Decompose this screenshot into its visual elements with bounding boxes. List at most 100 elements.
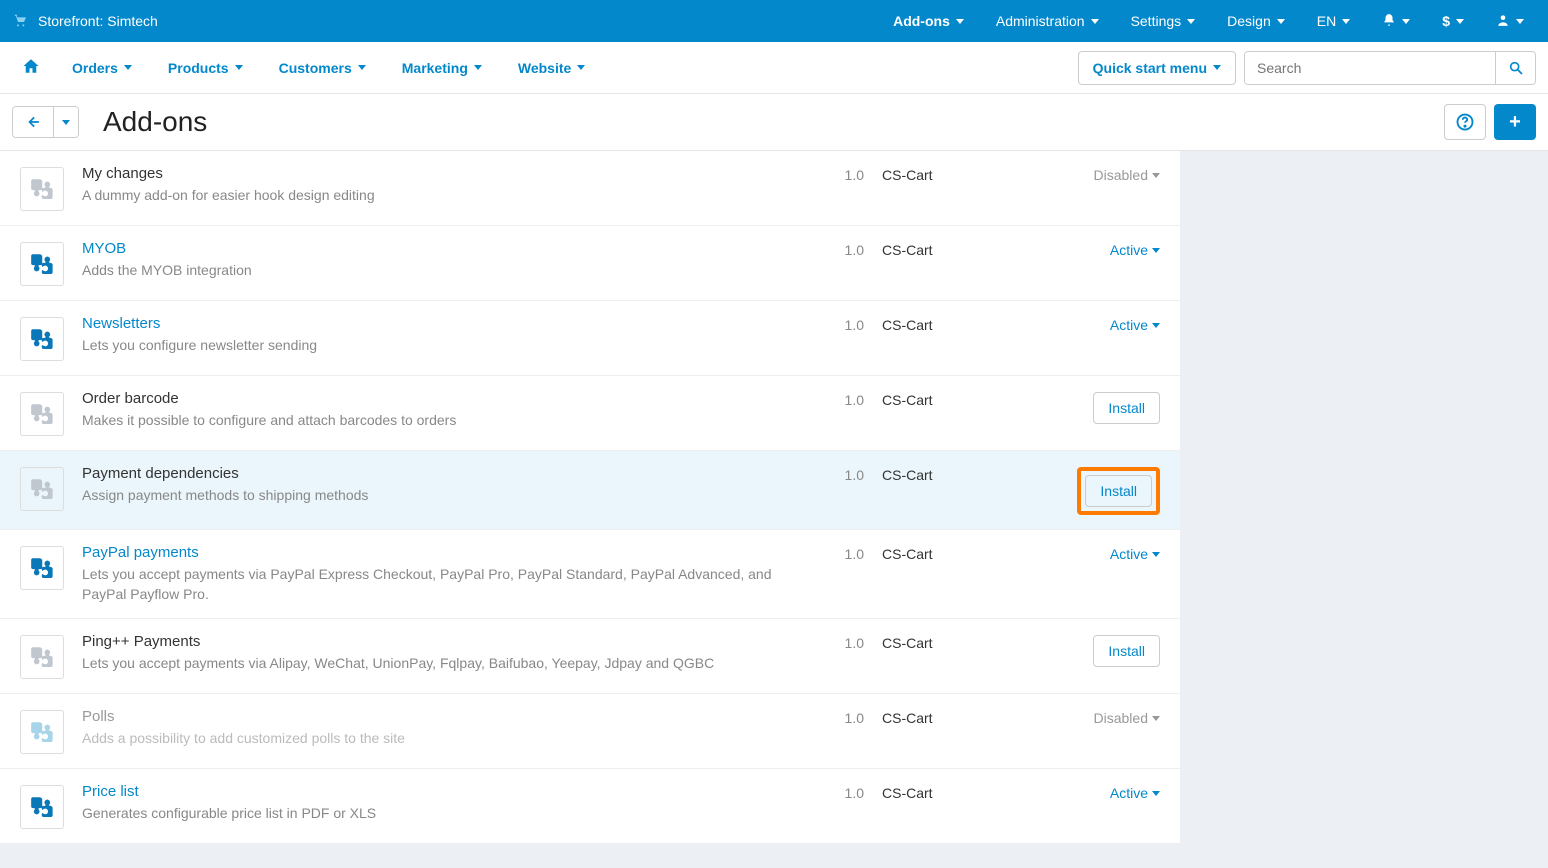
addon-description: Lets you accept payments via PayPal Expr…	[82, 565, 786, 604]
addon-developer: CS-Cart	[882, 240, 1032, 258]
addon-row: Newsletters Lets you configure newsletter…	[0, 301, 1180, 376]
addon-developer: CS-Cart	[882, 165, 1032, 183]
addon-name[interactable]: Newsletters	[82, 315, 786, 332]
addon-info: Payment dependencies Assign payment metho…	[82, 465, 786, 506]
nav-orders[interactable]: Orders	[58, 52, 146, 84]
caret-down-icon	[1456, 19, 1464, 24]
add-button[interactable]: +	[1494, 104, 1536, 140]
storefront-label[interactable]: Storefront: Simtech	[38, 13, 158, 29]
status-disabled-dropdown[interactable]: Disabled	[1094, 710, 1160, 726]
addon-description: Assign payment methods to shipping metho…	[82, 486, 786, 506]
topnav-user[interactable]	[1484, 0, 1536, 42]
addon-version: 1.0	[804, 465, 864, 483]
addon-developer: CS-Cart	[882, 708, 1032, 726]
status-active-dropdown[interactable]: Active	[1110, 242, 1160, 258]
addon-row: My changes A dummy add-on for easier hook…	[0, 151, 1180, 226]
caret-down-icon	[358, 65, 366, 70]
caret-down-icon	[956, 19, 964, 24]
topnav-notifications[interactable]	[1370, 0, 1422, 42]
addon-name[interactable]: PayPal payments	[82, 544, 786, 561]
addon-name[interactable]: Price list	[82, 783, 786, 800]
caret-down-icon	[1516, 19, 1524, 24]
status-active-dropdown[interactable]: Active	[1110, 546, 1160, 562]
bell-icon	[1382, 13, 1396, 30]
addon-name: My changes	[82, 165, 786, 182]
puzzle-icon	[20, 467, 64, 511]
puzzle-icon	[20, 710, 64, 754]
puzzle-icon	[20, 785, 64, 829]
side-column	[1180, 151, 1460, 844]
status-active-dropdown[interactable]: Active	[1110, 317, 1160, 333]
install-button-highlight: Install	[1077, 467, 1160, 515]
caret-down-icon	[577, 65, 585, 70]
addon-info: Newsletters Lets you configure newsletter…	[82, 315, 786, 356]
addon-description: Adds a possibility to add customized pol…	[82, 729, 786, 749]
back-button[interactable]	[13, 107, 53, 137]
topbar: Storefront: Simtech Add-ons Administrati…	[0, 0, 1548, 42]
install-button[interactable]: Install	[1085, 475, 1152, 507]
caret-down-icon	[474, 65, 482, 70]
addon-version: 1.0	[804, 315, 864, 333]
addon-action: Disabled	[1050, 165, 1160, 183]
page-title: Add-ons	[103, 106, 207, 138]
addon-info: MYOB Adds the MYOB integration	[82, 240, 786, 281]
addon-developer: CS-Cart	[882, 465, 1032, 483]
addon-name[interactable]: MYOB	[82, 240, 786, 257]
user-icon	[1496, 13, 1510, 30]
addon-info: Ping++ PaymentsLets you accept payments …	[82, 633, 786, 674]
nav-customers[interactable]: Customers	[265, 52, 380, 84]
addon-row: MYOB Adds the MYOB integration 1.0 CS-Cart A…	[0, 226, 1180, 301]
quickstart-menu-button[interactable]: Quick start menu	[1078, 51, 1236, 85]
caret-down-icon	[235, 65, 243, 70]
addon-row: PayPal payments Lets you accept payments …	[0, 530, 1180, 619]
caret-down-icon	[1091, 19, 1099, 24]
addon-row: Price list Generates configurable price l…	[0, 769, 1180, 844]
addon-action: Active	[1050, 315, 1160, 333]
addon-name: Payment dependencies	[82, 465, 786, 482]
addon-version: 1.0	[804, 708, 864, 726]
plus-icon: +	[1509, 111, 1521, 134]
install-button[interactable]: Install	[1093, 392, 1160, 424]
addon-description: Generates configurable price list in PDF…	[82, 804, 786, 824]
status-disabled-dropdown[interactable]: Disabled	[1094, 167, 1160, 183]
search-container	[1244, 51, 1536, 85]
addon-action: Disabled	[1050, 708, 1160, 726]
status-active-dropdown[interactable]: Active	[1110, 785, 1160, 801]
addon-row: Payment dependencies Assign payment metho…	[0, 451, 1180, 530]
addon-info: PollsAdds a possibility to add customize…	[82, 708, 786, 749]
nav-website[interactable]: Website	[504, 52, 599, 84]
topnav-design[interactable]: Design	[1215, 0, 1297, 42]
cart-icon	[12, 12, 28, 31]
topnav-currency[interactable]: $	[1430, 0, 1476, 42]
mainnav: Orders Products Customers Marketing Webs…	[0, 42, 1548, 94]
topnav-administration[interactable]: Administration	[984, 0, 1111, 42]
addon-row: Order barcodeMakes it possible to config…	[0, 376, 1180, 451]
topnav-addons[interactable]: Add-ons	[881, 0, 976, 42]
addons-list: My changes A dummy add-on for easier hook…	[0, 151, 1180, 844]
home-button[interactable]	[12, 49, 50, 86]
addon-description: A dummy add-on for easier hook design ed…	[82, 186, 786, 206]
caret-down-icon	[124, 65, 132, 70]
topnav-language[interactable]: EN	[1305, 0, 1362, 42]
caret-down-icon	[1213, 65, 1221, 70]
addon-info: Price list Generates configurable price l…	[82, 783, 786, 824]
install-button[interactable]: Install	[1093, 635, 1160, 667]
help-button[interactable]	[1444, 104, 1486, 140]
nav-marketing[interactable]: Marketing	[388, 52, 496, 84]
addon-action: Active	[1050, 783, 1160, 801]
topnav-settings[interactable]: Settings	[1119, 0, 1208, 42]
search-button[interactable]	[1495, 52, 1535, 84]
nav-products[interactable]: Products	[154, 52, 257, 84]
addon-developer: CS-Cart	[882, 633, 1032, 651]
puzzle-icon	[20, 242, 64, 286]
addon-name: Order barcode	[82, 390, 786, 407]
addon-description: Lets you configure newsletter sending	[82, 336, 786, 356]
addon-description: Adds the MYOB integration	[82, 261, 786, 281]
search-input[interactable]	[1245, 52, 1495, 84]
addon-info: My changes A dummy add-on for easier hook…	[82, 165, 786, 206]
addon-info: Order barcodeMakes it possible to config…	[82, 390, 786, 431]
addon-name: Ping++ Payments	[82, 633, 786, 650]
back-dropdown[interactable]	[53, 107, 78, 137]
puzzle-icon	[20, 317, 64, 361]
addon-version: 1.0	[804, 240, 864, 258]
